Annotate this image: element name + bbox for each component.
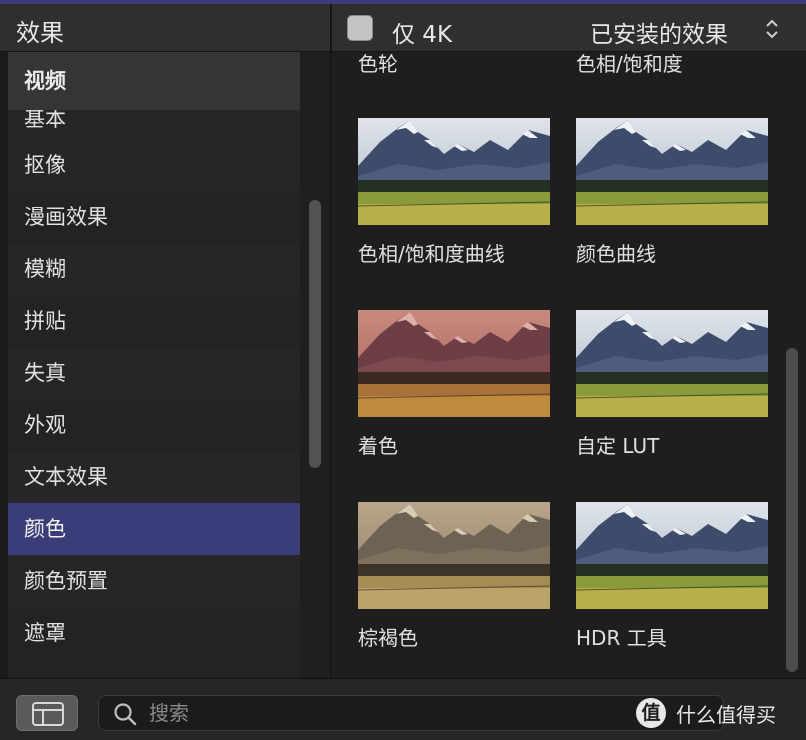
sidebar-edge bbox=[0, 52, 8, 678]
effect-thumbnail[interactable] bbox=[358, 310, 550, 417]
search-field[interactable] bbox=[98, 695, 724, 731]
category-item[interactable]: 文本效果 bbox=[8, 451, 300, 503]
only-4k-checkbox[interactable] bbox=[347, 15, 373, 41]
effect-label: 色轮 bbox=[358, 52, 398, 76]
category-list: 视频 基本 抠像 漫画效果 模糊 拼贴 失真 外观 文本效果 颜色 颜色预置 遮罩 bbox=[8, 52, 300, 678]
effect-thumbnail[interactable] bbox=[358, 118, 550, 225]
effect-label: HDR 工具 bbox=[576, 626, 667, 650]
browser-scrollbar-thumb[interactable] bbox=[786, 348, 798, 672]
effect-label: 棕褐色 bbox=[358, 626, 418, 650]
effect-thumbnail[interactable] bbox=[576, 502, 768, 609]
effects-sidebar: 效果 视频 基本 抠像 漫画效果 模糊 拼贴 失真 外观 文本效果 颜色 颜色预置 遮罩 bbox=[0, 4, 331, 678]
category-item[interactable]: 遮罩 bbox=[8, 607, 300, 659]
browser-header: 仅 4K 已安装的效果 bbox=[332, 4, 806, 52]
effect-label: 着色 bbox=[358, 434, 398, 458]
category-item[interactable]: 漫画效果 bbox=[8, 191, 300, 243]
category-item[interactable]: 拼贴 bbox=[8, 295, 300, 347]
category-item[interactable]: 失真 bbox=[8, 347, 300, 399]
category-item[interactable]: 抠像 bbox=[8, 139, 300, 191]
sidebar-title: 效果 bbox=[16, 19, 64, 47]
effects-browser: 仅 4K 已安装的效果 色轮 色相/饱和度 色相/饱和度曲线 颜色曲线 着色 自… bbox=[332, 4, 806, 678]
search-input[interactable] bbox=[149, 699, 709, 727]
effect-thumbnail[interactable] bbox=[576, 118, 768, 225]
sidebar-layout-icon bbox=[32, 702, 64, 726]
installed-effects-select[interactable]: 已安装的效果 bbox=[590, 15, 728, 49]
watermark-text: 什么值得买 bbox=[676, 703, 776, 727]
effect-label: 色相/饱和度曲线 bbox=[358, 242, 505, 266]
sidebar-header: 效果 bbox=[0, 4, 330, 52]
effect-label: 色相/饱和度 bbox=[576, 52, 683, 76]
effect-label: 自定 LUT bbox=[576, 434, 660, 458]
sidebar-toggle-button[interactable] bbox=[16, 695, 78, 731]
effect-label: 颜色曲线 bbox=[576, 242, 656, 266]
effect-thumbnail[interactable] bbox=[576, 310, 768, 417]
only-4k-label: 仅 4K bbox=[392, 22, 453, 48]
category-item[interactable]: 基本 bbox=[8, 110, 300, 138]
chevron-updown-icon[interactable] bbox=[764, 16, 780, 42]
watermark-logo: 值 bbox=[636, 698, 666, 728]
category-item-partial[interactable] bbox=[8, 659, 300, 678]
category-item[interactable]: 颜色 bbox=[8, 503, 300, 555]
effect-thumbnail[interactable] bbox=[358, 502, 550, 609]
category-item[interactable]: 模糊 bbox=[8, 243, 300, 295]
category-item[interactable]: 颜色预置 bbox=[8, 555, 300, 607]
category-section-video[interactable]: 视频 bbox=[8, 52, 300, 110]
sidebar-scrollbar-thumb[interactable] bbox=[309, 200, 321, 468]
search-icon bbox=[114, 703, 137, 726]
effects-grid: 色轮 色相/饱和度 色相/饱和度曲线 颜色曲线 着色 自定 LUT 棕褐色 HD… bbox=[332, 52, 792, 678]
category-item[interactable]: 外观 bbox=[8, 399, 300, 451]
